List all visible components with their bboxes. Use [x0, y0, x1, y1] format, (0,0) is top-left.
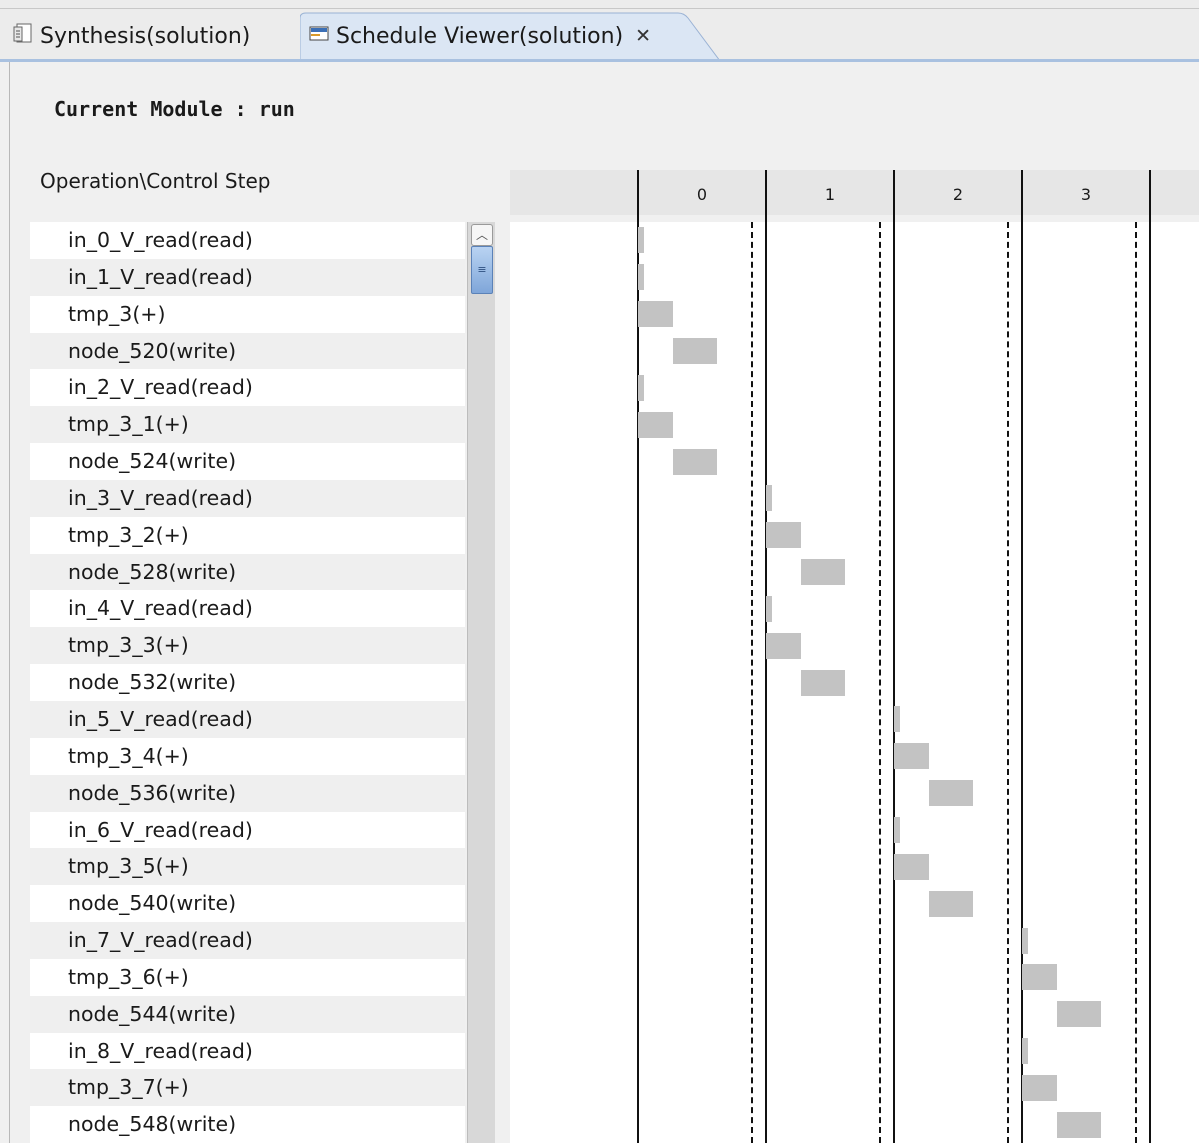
schedule-bar[interactable]	[1022, 964, 1057, 991]
operation-row[interactable]: in_4_V_read(read)	[30, 590, 465, 628]
operation-row[interactable]: in_3_V_read(read)	[30, 479, 465, 517]
schedule-bar[interactable]	[1056, 1001, 1102, 1028]
operation-row[interactable]: tmp_3_3(+)	[30, 627, 465, 665]
operation-row[interactable]: node_540(write)	[30, 885, 465, 923]
step-end-dashed-line	[1135, 222, 1137, 1143]
schedule-bar[interactable]	[672, 448, 718, 475]
tab-bar-border	[0, 8, 1199, 9]
schedule-bar[interactable]	[894, 743, 929, 770]
operation-row[interactable]: in_7_V_read(read)	[30, 922, 465, 959]
schedule-bar[interactable]	[672, 337, 718, 364]
operation-row[interactable]: node_544(write)	[30, 995, 465, 1033]
operation-row[interactable]: tmp_3_4(+)	[30, 737, 465, 775]
control-step-label: 3	[1080, 185, 1092, 204]
operation-list: in_0_V_read(read) in_1_V_read(read) tmp_3(…	[30, 222, 465, 1143]
step-end-dashed-line	[1007, 222, 1009, 1143]
schedule-bar[interactable]	[1022, 927, 1029, 954]
operation-row[interactable]: in_8_V_read(read)	[30, 1032, 465, 1070]
tab-synthesis[interactable]: Synthesis(solution)	[12, 13, 250, 59]
schedule-bar[interactable]	[638, 411, 673, 438]
schedule-bar[interactable]	[928, 780, 974, 807]
schedule-bar[interactable]	[638, 227, 645, 254]
operation-column-header: Operation\Control Step	[40, 169, 271, 193]
operation-row[interactable]: node_528(write)	[30, 553, 465, 591]
schedule-bar[interactable]	[928, 890, 974, 917]
control-step-label: 0	[696, 185, 708, 204]
schedule-icon	[308, 22, 330, 50]
operation-row[interactable]: tmp_3_5(+)	[30, 848, 465, 886]
close-tab-icon[interactable]: ✕	[635, 25, 651, 47]
operation-row[interactable]: in_5_V_read(read)	[30, 700, 465, 738]
operation-row[interactable]: in_1_V_read(read)	[30, 258, 465, 296]
tab-schedule-viewer-label: Schedule Viewer(solution)	[336, 23, 624, 49]
step-boundary-line	[1021, 170, 1023, 1143]
schedule-bar[interactable]	[1022, 1038, 1029, 1065]
operation-row[interactable]: tmp_3_1(+)	[30, 406, 465, 444]
schedule-bar[interactable]	[894, 853, 929, 880]
schedule-bar[interactable]	[1022, 1074, 1057, 1101]
tab-schedule-viewer[interactable]: Schedule Viewer(solution) ✕	[308, 13, 651, 59]
step-boundary-line	[1149, 170, 1151, 1143]
schedule-bar[interactable]	[766, 595, 773, 622]
operation-row[interactable]: tmp_3_6(+)	[30, 958, 465, 996]
tab-synthesis-label: Synthesis(solution)	[40, 23, 251, 49]
schedule-bar[interactable]	[1056, 1111, 1102, 1138]
schedule-bar[interactable]	[766, 485, 773, 512]
schedule-bar[interactable]	[800, 559, 846, 586]
operation-row[interactable]: node_524(write)	[30, 443, 465, 480]
document-icon	[12, 22, 34, 50]
schedule-bar[interactable]	[800, 669, 846, 696]
operation-row[interactable]: tmp_3_2(+)	[30, 516, 465, 554]
step-end-dashed-line	[879, 222, 881, 1143]
control-step-label: 1	[824, 185, 836, 204]
operation-row[interactable]: in_2_V_read(read)	[30, 369, 465, 407]
operation-row[interactable]: node_536(write)	[30, 774, 465, 812]
editor-tab-bar: Synthesis(solution) Schedule Viewer(solu…	[0, 0, 1199, 62]
schedule-bar[interactable]	[766, 632, 801, 659]
schedule-bar[interactable]	[638, 301, 673, 328]
schedule-bar[interactable]	[894, 706, 901, 733]
operation-row[interactable]: node_532(write)	[30, 664, 465, 701]
schedule-bar[interactable]	[638, 264, 645, 291]
step-end-dashed-line	[751, 222, 753, 1143]
operation-row[interactable]: node_520(write)	[30, 332, 465, 370]
operation-list-scrollbar[interactable]: ︿ ≡	[467, 222, 495, 1143]
step-boundary-line	[893, 170, 895, 1143]
scroll-thumb[interactable]: ≡	[471, 246, 493, 294]
operation-row[interactable]: tmp_3(+)	[30, 295, 465, 333]
operation-row[interactable]: in_0_V_read(read)	[30, 222, 465, 259]
operation-row[interactable]: in_6_V_read(read)	[30, 811, 465, 849]
operation-row[interactable]: tmp_3_7(+)	[30, 1069, 465, 1107]
schedule-bar[interactable]	[766, 522, 801, 549]
schedule-bar[interactable]	[638, 374, 645, 401]
current-module-label: Current Module : run	[54, 97, 295, 121]
control-step-label: 2	[952, 185, 964, 204]
operation-row[interactable]: node_548(write)	[30, 1106, 465, 1143]
scroll-up-button[interactable]: ︿	[471, 224, 493, 246]
schedule-bar[interactable]	[894, 817, 901, 844]
